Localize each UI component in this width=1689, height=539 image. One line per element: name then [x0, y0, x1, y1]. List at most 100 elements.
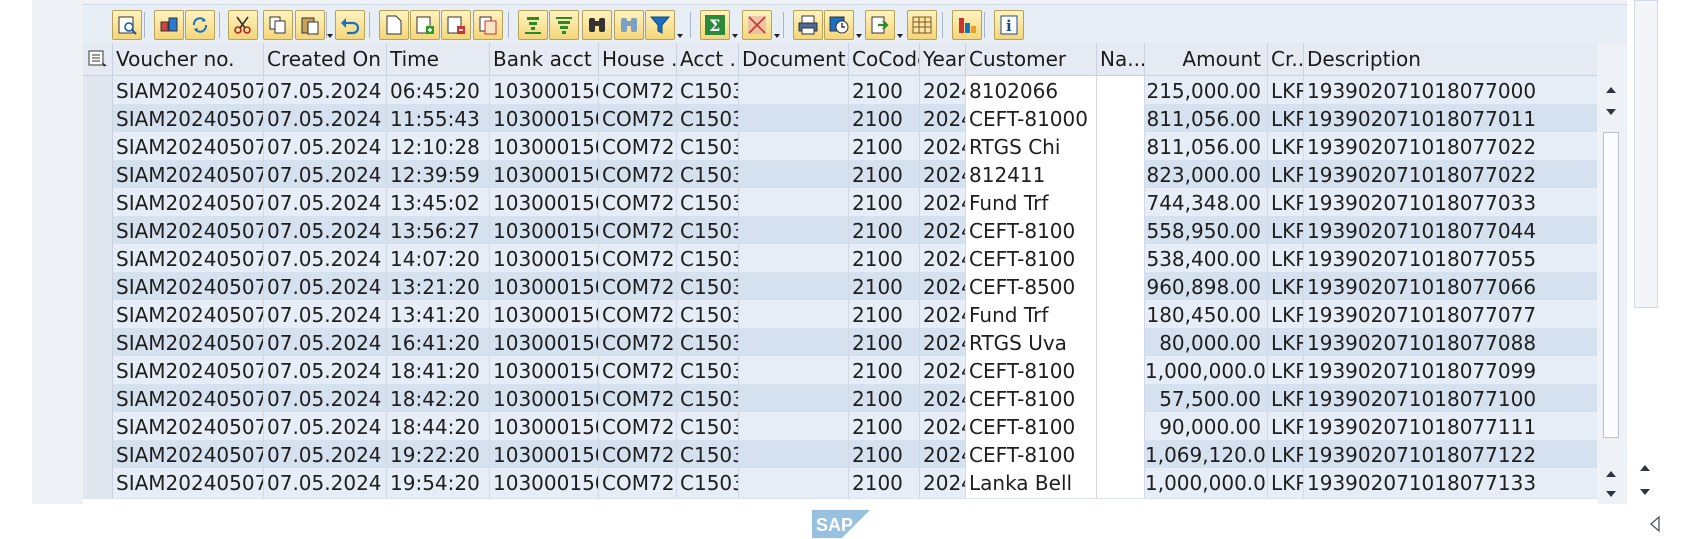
row-selector[interactable]: [83, 384, 113, 414]
table-cell[interactable]: COM72: [599, 272, 677, 302]
table-cell[interactable]: SIAM202405077: [113, 272, 264, 302]
table-cell[interactable]: [739, 272, 849, 302]
refresh-button[interactable]: [185, 10, 215, 40]
table-cell[interactable]: 1030001503: [490, 104, 599, 134]
table-cell[interactable]: 2100: [849, 76, 920, 106]
table-cell[interactable]: CEFT-8100: [966, 384, 1097, 414]
table-cell[interactable]: 1030001503: [490, 216, 599, 246]
table-cell[interactable]: 193902071018077055: [1304, 244, 1597, 274]
table-cell[interactable]: [1097, 160, 1145, 190]
table-cell[interactable]: LKR: [1268, 216, 1304, 246]
table-cell[interactable]: LKR: [1268, 328, 1304, 358]
table-row[interactable]: SIAM202405072107.05.202418:44:2010300015…: [83, 412, 1597, 443]
table-cell[interactable]: [739, 160, 849, 190]
table-cell[interactable]: LKR: [1268, 104, 1304, 134]
table-cell[interactable]: 1,069,120.00: [1145, 440, 1268, 470]
table-cell[interactable]: 07.05.2024: [264, 300, 387, 330]
table-cell[interactable]: 193902071018077088: [1304, 328, 1597, 358]
subtotal-button[interactable]: [742, 10, 772, 40]
table-cell[interactable]: COM72: [599, 76, 677, 106]
column-header[interactable]: Cr...: [1268, 43, 1304, 75]
table-cell[interactable]: 07.05.2024: [264, 160, 387, 190]
table-cell[interactable]: C1503: [677, 132, 739, 162]
table-cell[interactable]: LKR: [1268, 272, 1304, 302]
details-button[interactable]: [112, 10, 142, 40]
sum-button[interactable]: Σ: [700, 10, 730, 40]
table-cell[interactable]: Fund Trf: [966, 188, 1097, 218]
table-cell[interactable]: 07.05.2024: [264, 188, 387, 218]
column-header[interactable]: Time: [387, 43, 490, 75]
table-cell[interactable]: 2024: [920, 272, 966, 302]
table-cell[interactable]: 2024: [920, 468, 966, 498]
window-scroll-track[interactable]: [1634, 0, 1658, 308]
table-cell[interactable]: 193902071018077099: [1304, 356, 1597, 386]
table-cell[interactable]: 1030001503: [490, 384, 599, 414]
table-cell[interactable]: [739, 356, 849, 386]
table-cell[interactable]: C1503: [677, 272, 739, 302]
table-cell[interactable]: COM72: [599, 160, 677, 190]
column-header[interactable]: CoCode: [849, 43, 920, 75]
table-cell[interactable]: 193902071018077100: [1304, 384, 1597, 414]
table-cell[interactable]: COM72: [599, 468, 677, 498]
row-selector[interactable]: [83, 104, 113, 134]
table-cell[interactable]: 2100: [849, 160, 920, 190]
table-cell[interactable]: 2024: [920, 300, 966, 330]
table-cell[interactable]: [1097, 216, 1145, 246]
column-header[interactable]: Voucher no.: [113, 43, 264, 75]
table-cell[interactable]: 2100: [849, 384, 920, 414]
table-cell[interactable]: 07.05.2024: [264, 216, 387, 246]
table-cell[interactable]: CEFT-8100: [966, 356, 1097, 386]
table-cell[interactable]: 13:56:27: [387, 216, 490, 246]
table-cell[interactable]: 811,056.00: [1145, 104, 1268, 134]
sort-ascending-button[interactable]: [518, 10, 548, 40]
table-cell[interactable]: COM72: [599, 328, 677, 358]
table-cell[interactable]: 2100: [849, 104, 920, 134]
table-cell[interactable]: LKR: [1268, 468, 1304, 498]
table-row[interactable]: SIAM20240507707.05.202413:21:20103000150…: [83, 272, 1597, 303]
table-cell[interactable]: 823,000.00: [1145, 160, 1268, 190]
column-header[interactable]: Document...: [739, 43, 849, 75]
table-cell[interactable]: [739, 188, 849, 218]
table-cell[interactable]: 06:45:20: [387, 76, 490, 106]
table-cell[interactable]: COM72: [599, 216, 677, 246]
layout-button[interactable]: [907, 10, 937, 40]
scroll-page-up-icon[interactable]: [1602, 464, 1620, 484]
table-cell[interactable]: 812411: [966, 160, 1097, 190]
row-selector[interactable]: [83, 356, 113, 386]
table-cell[interactable]: C1503: [677, 356, 739, 386]
table-cell[interactable]: C1503: [677, 328, 739, 358]
info-button[interactable]: i: [994, 10, 1024, 40]
table-row[interactable]: SIAM20240507407.05.202412:10:28103000150…: [83, 132, 1597, 163]
table-cell[interactable]: CEFT-8100: [966, 244, 1097, 274]
table-cell[interactable]: [1097, 272, 1145, 302]
table-cell[interactable]: CEFT-8100: [966, 412, 1097, 442]
table-cell[interactable]: COM72: [599, 356, 677, 386]
table-cell[interactable]: 1030001503: [490, 328, 599, 358]
table-row[interactable]: SIAM20240507307.05.202411:55:43103000150…: [83, 104, 1597, 135]
dropdown-arrow-icon[interactable]: [897, 34, 903, 38]
table-cell[interactable]: 193902071018077044: [1304, 216, 1597, 246]
table-cell[interactable]: [739, 384, 849, 414]
table-cell[interactable]: SIAM2024050723: [113, 468, 264, 498]
table-cell[interactable]: [1097, 244, 1145, 274]
table-cell[interactable]: LKR: [1268, 76, 1304, 106]
dropdown-arrow-icon[interactable]: [327, 34, 333, 38]
table-cell[interactable]: C1503: [677, 384, 739, 414]
table-cell[interactable]: 2100: [849, 300, 920, 330]
table-cell[interactable]: 193902071018077066: [1304, 272, 1597, 302]
table-cell[interactable]: [739, 104, 849, 134]
column-header[interactable]: Year: [920, 43, 966, 75]
table-cell[interactable]: C1503: [677, 440, 739, 470]
table-cell[interactable]: 193902071018077000: [1304, 76, 1597, 106]
table-cell[interactable]: 558,950.00: [1145, 216, 1268, 246]
table-cell[interactable]: 1030001503: [490, 76, 599, 106]
table-cell[interactable]: COM72: [599, 188, 677, 218]
row-selector[interactable]: [83, 188, 113, 218]
row-selector[interactable]: [83, 300, 113, 330]
table-cell[interactable]: [739, 132, 849, 162]
table-cell[interactable]: 1030001503: [490, 356, 599, 386]
table-cell[interactable]: 11:55:43: [387, 104, 490, 134]
table-cell[interactable]: 180,450.00: [1145, 300, 1268, 330]
table-cell[interactable]: [1097, 104, 1145, 134]
table-row[interactable]: SIAM202405071007.05.202413:56:2710300015…: [83, 216, 1597, 247]
